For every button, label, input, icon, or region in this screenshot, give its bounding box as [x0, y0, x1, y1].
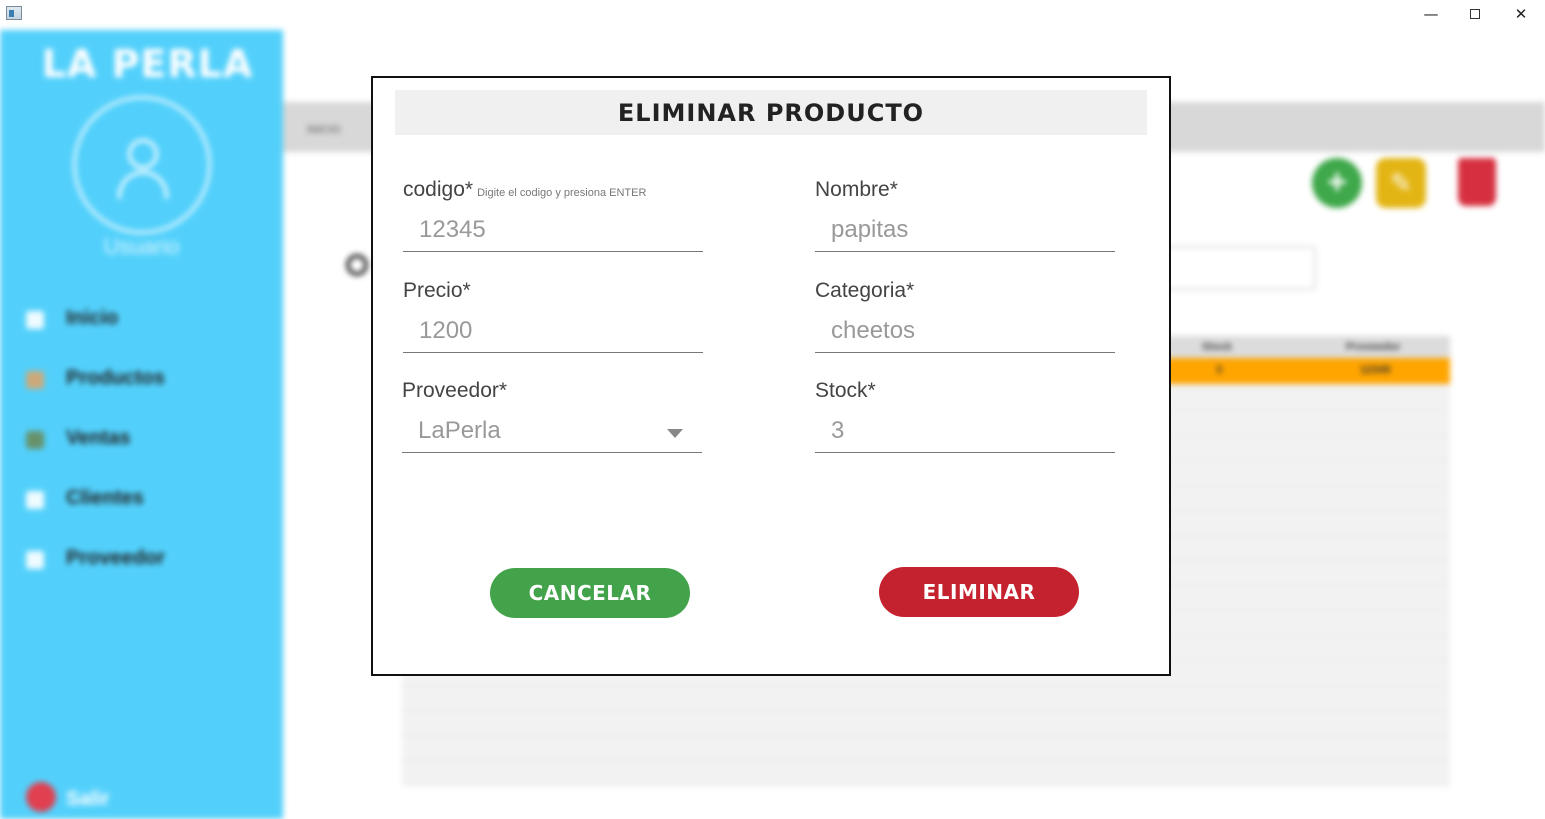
sidebar-item-label: Clientes — [66, 487, 144, 509]
precio-input[interactable]: 1200 — [419, 317, 472, 345]
proveedor-label: Proveedor* — [402, 379, 508, 402]
sidebar-item-label: Ventas — [66, 427, 131, 449]
field-underline — [403, 251, 703, 252]
nombre-input[interactable]: papitas — [831, 216, 908, 244]
sidebar-item-label: Proveedor — [66, 547, 165, 569]
sidebar-item-inicio[interactable]: Inicio — [26, 305, 266, 335]
sidebar-item-clientes[interactable]: Clientes — [26, 485, 266, 515]
stock-label: Stock* — [815, 379, 876, 402]
home-icon — [26, 311, 44, 329]
field-underline — [815, 251, 1115, 252]
brand-title: LA PERLA — [41, 42, 254, 86]
app-icon — [6, 6, 22, 20]
categoria-label: Categoria* — [815, 279, 915, 302]
maximize-button[interactable] — [1452, 2, 1498, 26]
dialog-title: ELIMINAR PRODUCTO — [617, 99, 925, 127]
sidebar-item-proveedor[interactable]: Proveedor — [26, 545, 266, 575]
precio-label: Precio* — [403, 279, 471, 302]
field-underline — [815, 452, 1115, 453]
window-titlebar: — ✕ — [0, 0, 1545, 30]
column-header[interactable]: Proveedor — [1346, 341, 1400, 353]
delete-button[interactable]: ELIMINAR — [879, 567, 1079, 617]
table-cell: 12345 — [1360, 364, 1391, 376]
sidebar: LA PERLA Usuario Inicio Productos Ventas… — [0, 30, 283, 819]
tab-inicio[interactable]: INICIO — [307, 124, 341, 136]
delete-product-dialog: ELIMINAR PRODUCTO codigo* Digite el codig… — [371, 76, 1171, 676]
proveedor-field[interactable]: Proveedor* LaPerla — [402, 379, 702, 459]
logout-label: Salir — [66, 788, 110, 810]
logout-icon — [26, 782, 56, 812]
products-icon — [26, 371, 44, 389]
cancel-button[interactable]: CANCELAR — [490, 568, 690, 618]
clients-icon — [26, 491, 44, 509]
codigo-label: codigo* — [403, 178, 474, 201]
codigo-field[interactable]: codigo* Digite el codigo y presiona ENTER… — [403, 178, 703, 258]
precio-field[interactable]: Precio* 1200 — [403, 279, 703, 359]
categoria-input[interactable]: cheetos — [831, 317, 915, 345]
field-underline — [403, 352, 703, 353]
codigo-hint: Digite el codigo y presiona ENTER — [477, 187, 647, 199]
sidebar-item-label: Inicio — [66, 307, 119, 329]
categoria-field[interactable]: Categoria* cheetos — [815, 279, 1115, 359]
stock-field[interactable]: Stock* 3 — [815, 379, 1115, 459]
dialog-header: ELIMINAR PRODUCTO — [395, 90, 1147, 135]
sales-icon — [26, 431, 44, 449]
nombre-field[interactable]: Nombre* papitas — [815, 178, 1115, 258]
edit-product-button[interactable]: ✎ — [1376, 158, 1426, 208]
sidebar-item-label: Productos — [66, 367, 165, 389]
avatar — [73, 96, 211, 234]
search-input[interactable] — [1160, 246, 1316, 290]
column-header[interactable]: Stock — [1202, 341, 1232, 353]
chevron-down-icon[interactable] — [667, 429, 683, 438]
delete-product-button[interactable] — [1458, 158, 1496, 206]
search-icon — [346, 254, 368, 276]
close-button[interactable]: ✕ — [1498, 2, 1544, 26]
maximize-icon — [1470, 9, 1480, 19]
user-label: Usuario — [103, 234, 180, 259]
table-cell: 3 — [1216, 364, 1223, 376]
add-product-button[interactable]: + — [1312, 158, 1362, 208]
sidebar-item-ventas[interactable]: Ventas — [26, 425, 266, 455]
user-icon — [128, 139, 158, 169]
field-underline — [402, 452, 702, 453]
minimize-button[interactable]: — — [1408, 2, 1454, 26]
supplier-icon — [26, 551, 44, 569]
sidebar-item-productos[interactable]: Productos — [26, 365, 266, 395]
nombre-label: Nombre* — [815, 178, 898, 201]
codigo-input[interactable]: 12345 — [419, 216, 486, 244]
stock-input[interactable]: 3 — [831, 417, 844, 445]
proveedor-select[interactable]: LaPerla — [418, 417, 501, 445]
field-underline — [815, 352, 1115, 353]
